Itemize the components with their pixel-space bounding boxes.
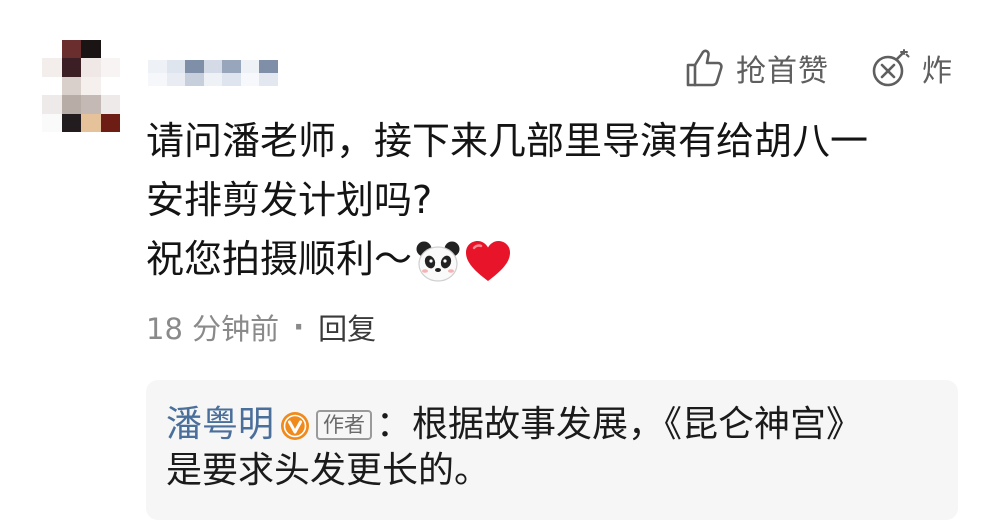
like-button[interactable]: 抢首赞 [684, 44, 829, 92]
comment-text: 请问潘老师，接下来几部里导演有给胡八一 安排剪发计划吗? 祝您拍摄顺利～ [146, 112, 976, 289]
bomb-button[interactable]: 炸 [870, 44, 953, 92]
panda-emoji-icon [416, 241, 460, 282]
bomb-icon [872, 49, 910, 87]
comment-meta: 18 分钟前 · 回复 [146, 306, 376, 348]
reply-text-line2: 是要求头发更长的。 [166, 450, 491, 491]
reply-content: 潘粤明 作者 ：根据故事发展，《昆仑神宫》 是要求头发更长的。 [166, 402, 946, 494]
comment-line: 安排剪发计划吗? [146, 178, 433, 222]
author-tag: 作者 [316, 410, 373, 440]
avatar[interactable] [42, 40, 120, 132]
timestamp: 18 分钟前 [146, 312, 280, 346]
reply-container[interactable]: 潘粤明 作者 ：根据故事发展，《昆仑神宫》 是要求头发更长的。 [146, 380, 958, 520]
comment-line-with-emojis: 祝您拍摄顺利～ [146, 230, 976, 289]
thumbs-up-icon [686, 49, 723, 87]
reply-colon: ： [376, 404, 413, 445]
like-label: 抢首赞 [736, 54, 829, 89]
reply-button[interactable]: 回复 [318, 306, 376, 348]
username[interactable] [148, 60, 278, 86]
reply-author-name[interactable]: 潘粤明 [166, 404, 274, 445]
comment-line: 祝您拍摄顺利～ [146, 237, 413, 281]
reply-text-line1: 根据故事发展，《昆仑神宫》 [412, 404, 863, 445]
red-heart-emoji-icon [466, 240, 511, 281]
meta-separator: · [293, 310, 305, 344]
verified-badge-icon [281, 412, 310, 440]
comment-line: 请问潘老师，接下来几部里导演有给胡八一 [146, 119, 869, 163]
bomb-label: 炸 [922, 54, 953, 89]
